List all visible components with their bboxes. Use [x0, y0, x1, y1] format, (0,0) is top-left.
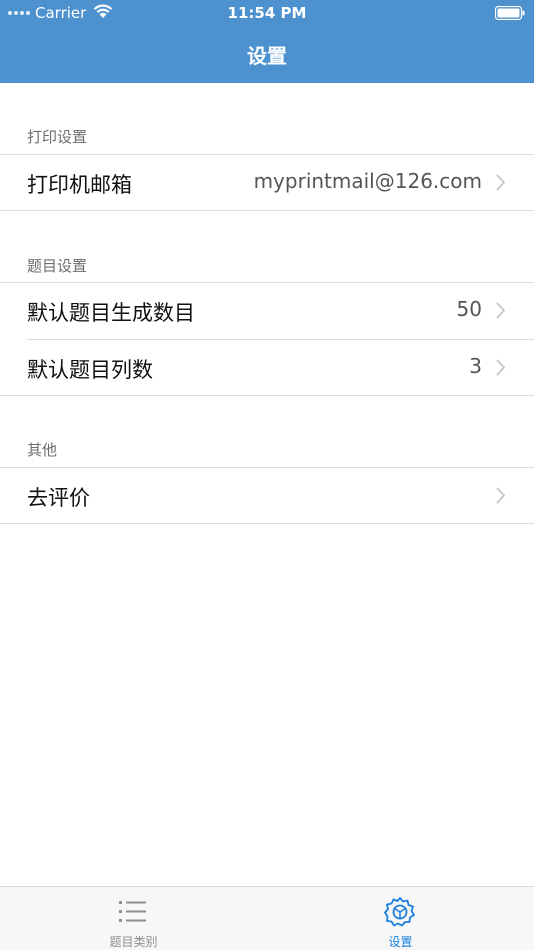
divider — [0, 210, 534, 211]
tab-label: 题目类别 — [109, 935, 158, 949]
chevron-right-icon — [496, 487, 505, 504]
chevron-right-icon — [496, 359, 505, 376]
chevron-right-icon — [496, 174, 505, 191]
divider — [0, 523, 534, 524]
cell-label: 默认题目列数 — [27, 358, 153, 382]
cell-default-column-count[interactable]: 默认题目列数 3 — [0, 340, 534, 396]
list-icon — [119, 901, 146, 922]
page-title: 设置 — [247, 44, 287, 68]
chevron-right-icon — [496, 302, 505, 319]
tab-question-category[interactable]: 题目类别 — [0, 887, 267, 950]
status-bar: Carrier 11:54 PM — [0, 0, 534, 26]
cell-label: 去评价 — [27, 486, 90, 510]
cell-default-question-count[interactable]: 默认题目生成数目 50 — [0, 283, 534, 339]
cell-value: 50 — [456, 297, 482, 321]
section-header-question: 题目设置 — [27, 257, 88, 275]
tab-settings[interactable]: 设置 — [267, 887, 534, 950]
section-header-other: 其他 — [27, 441, 58, 459]
gear-icon — [384, 897, 415, 927]
cell-printer-email[interactable]: 打印机邮箱 myprintmail@126.com — [0, 155, 534, 211]
status-time: 11:54 PM — [227, 4, 307, 22]
divider — [0, 395, 534, 396]
cell-label: 默认题目生成数目 — [27, 301, 195, 325]
cell-rate-app[interactable]: 去评价 — [0, 468, 534, 524]
cell-label: 打印机邮箱 — [27, 173, 132, 197]
tab-label: 设置 — [388, 935, 413, 949]
navigation-header: Carrier 11:54 PM 设置 — [0, 0, 534, 83]
battery-icon — [495, 6, 525, 20]
cell-value: myprintmail@126.com — [253, 169, 482, 193]
tab-bar: 题目类别 设置 — [0, 886, 534, 950]
section-header-print: 打印设置 — [27, 128, 88, 146]
cell-value: 3 — [469, 354, 482, 378]
